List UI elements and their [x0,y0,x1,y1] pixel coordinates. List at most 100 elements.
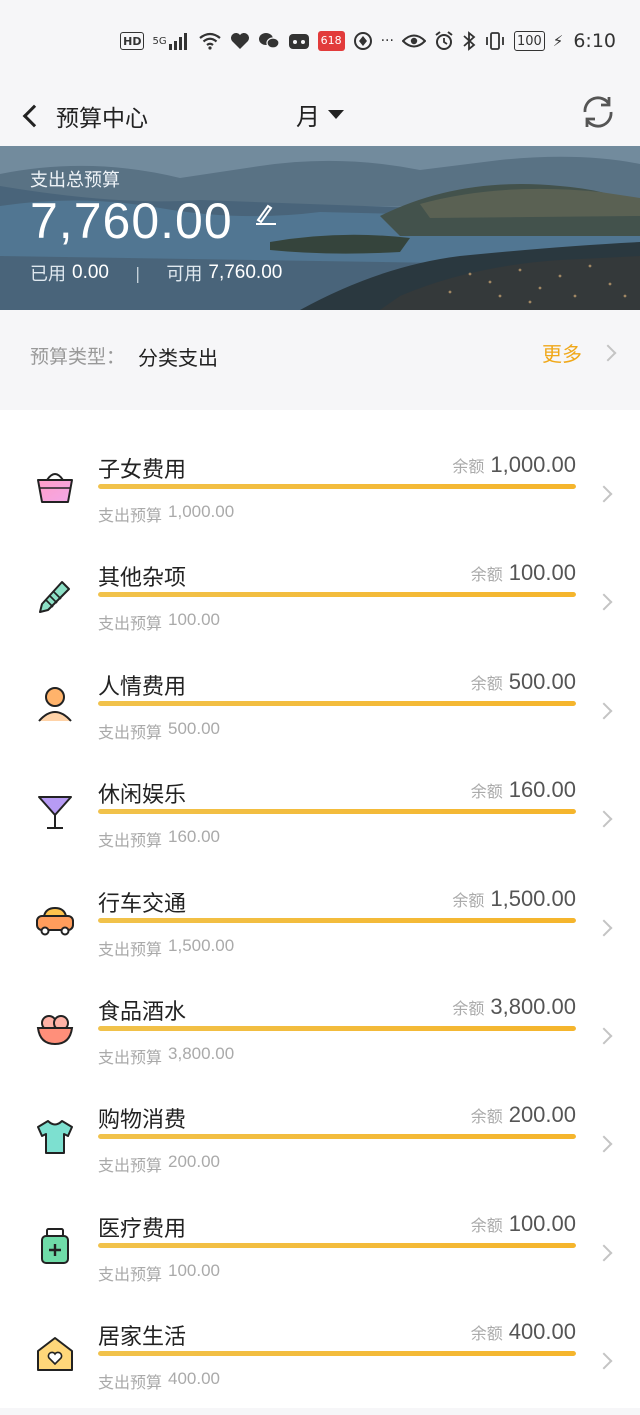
budget-value: 400.00 [168,1369,221,1389]
budget: 支出预算 400.00 [98,1369,220,1393]
category-name: 休闲娱乐 [98,783,187,809]
category-row[interactable]: 医疗费用 余额 100.00 支出预算 100.00 [0,1199,640,1307]
back-button[interactable]: 预算中心 [18,96,168,136]
budget-value: 500.00 [168,718,221,738]
progress-bar [98,484,576,489]
category-row[interactable]: 人情费用 余额 500.00 支出预算 500.00 [0,657,640,765]
budget-label: 支出预算 [98,506,163,525]
chevron-right-icon [595,702,613,720]
nav-bar: 预算中心 月 [0,86,640,146]
chevron-right-icon [595,1352,613,1370]
remaining: 余额 400.00 [471,1319,576,1345]
chevron-right-icon [595,919,613,937]
remaining-label: 余额 [470,673,503,693]
budget-type-row[interactable]: 预算类型： 分类支出 更多 [0,312,640,398]
budget-label: 支出预算 [98,831,163,851]
shopping-basket-icon [34,466,76,508]
chevron-right-icon [595,485,613,503]
edit-budget-button[interactable] [252,200,280,228]
chevron-right-icon [595,593,613,611]
progress-fill [98,809,576,815]
remaining-label: 余额 [470,1324,503,1344]
progress-bar [98,1242,576,1248]
remaining-value: 400.00 [508,1319,576,1345]
available-value: 7,760.00 [208,262,283,283]
total-budget-label: 支出总预算 [30,170,120,191]
remaining-value: 1,000.00 [490,452,576,477]
progress-fill [98,1134,576,1140]
remaining: 余额 160.00 [471,777,576,803]
progress-bar [98,700,576,706]
cocktail-icon [34,791,76,833]
remaining: 余额 100.00 [471,1211,576,1237]
budget-banner: 支出总预算 7,760.00 已用 0.00 | 可用 7,760.00 [0,146,640,310]
remaining-value: 1,500.00 [490,885,576,911]
pencil-icon [34,574,76,616]
bluetooth-icon [462,30,476,52]
budget-label: 支出预算 [98,939,163,959]
refresh-icon [583,96,613,128]
eye-icon [401,30,426,52]
progress-bar [98,809,576,815]
budget: 支出预算 160.00 [98,827,220,851]
signal-icon: 5G [152,30,189,52]
category-row[interactable]: 食品酒水 余额 3,800.00 支出预算 3,800.00 [0,982,640,1090]
sync-button[interactable] [578,92,618,132]
category-row[interactable]: 购物消费 余额 200.00 支出预算 200.00 [0,1090,640,1198]
caret-down-icon [328,109,344,119]
budget: 支出预算 200.00 [98,1152,220,1176]
budget-value: 1,000.00 [168,502,235,521]
budget: 支出预算 1,000.00 [98,502,234,526]
remaining-label: 余额 [470,1215,503,1235]
category-name: 人情费用 [98,674,187,700]
budget: 支出预算 1,500.00 [98,936,234,960]
more-button[interactable]: 更多 [542,338,617,367]
car-icon [34,900,76,942]
remaining: 余额 1,500.00 [452,886,576,912]
used-label: 已用 [30,264,66,285]
progress-fill [98,700,576,706]
budget-value: 200.00 [168,1152,221,1172]
chevron-right-icon [595,1027,613,1045]
medicine-bottle-icon [34,1225,76,1267]
budget-label: 支出预算 [98,614,163,634]
tshirt-icon [34,1116,76,1158]
budget-value: 160.00 [168,827,221,847]
page-title: 预算中心 [56,106,148,132]
category-row[interactable]: 休闲娱乐 余额 160.00 支出预算 160.00 [0,765,640,873]
period-label: 月 [296,102,320,131]
charging-icon: ⚡ [552,32,564,50]
status-bar: HD 5G 618 ··· 100 ⚡ 6:10 [0,0,640,86]
progress-fill [98,484,576,489]
budget-label: 支出预算 [98,1048,163,1067]
chevron-right-icon [595,1244,613,1262]
category-name: 食品酒水 [98,1000,187,1025]
remaining-value: 100.00 [508,560,576,586]
more-dots-icon: ··· [380,33,394,49]
remaining: 余额 3,800.00 [452,994,576,1020]
category-row[interactable]: 居家生活 余额 400.00 支出预算 400.00 [0,1307,640,1415]
remaining-value: 160.00 [508,777,576,803]
progress-fill [98,1351,576,1357]
budget-type-label: 预算类型： [30,346,126,368]
category-row[interactable]: 其他杂项 余额 100.00 支出预算 100.00 [0,548,640,656]
budget-value: 100.00 [168,1260,221,1280]
edit-pencil-icon [256,204,276,225]
category-row[interactable]: 行车交通 余额 1,500.00 支出预算 1,500.00 [0,874,640,982]
budget-value: 1,500.00 [168,935,235,955]
progress-fill [98,1026,576,1031]
category-name: 子女费用 [98,458,187,483]
chevron-right-icon [595,810,613,828]
hd-badge: HD [120,32,145,50]
progress-bar [98,1026,576,1031]
budget-label: 支出预算 [98,1264,163,1284]
battery-icon: 100 [513,31,545,51]
progress-fill [98,1242,576,1248]
category-row[interactable]: 子女费用 余额 1,000.00 支出预算 1,000.00 [0,440,640,548]
remaining-value: 500.00 [508,668,576,694]
period-selector[interactable]: 月 [296,94,344,134]
remaining: 余额 200.00 [471,1102,576,1128]
budget-value: 3,800.00 [168,1044,235,1063]
wifi-icon [198,30,222,52]
food-bowl-icon [34,1008,76,1050]
